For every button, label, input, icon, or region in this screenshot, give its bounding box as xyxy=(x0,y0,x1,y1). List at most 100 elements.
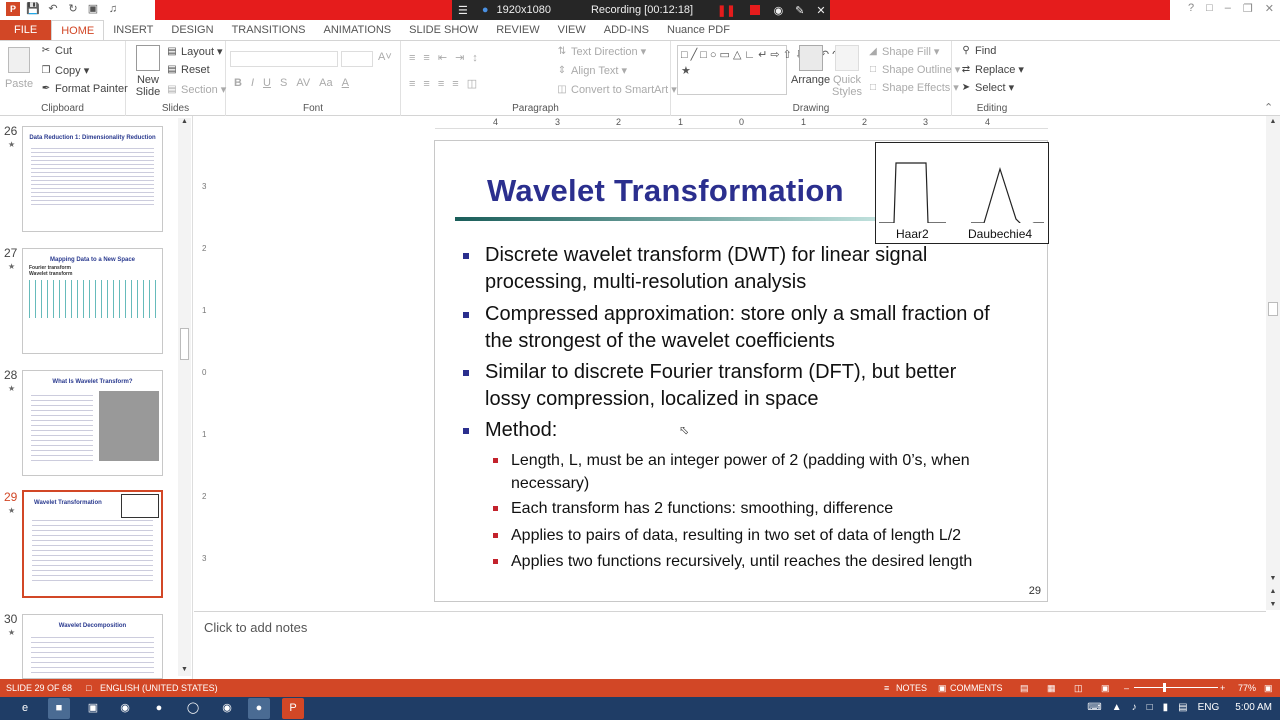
thumbnail-slide-26[interactable]: Data Reduction 1: Dimensionality Reducti… xyxy=(22,126,163,232)
zoom-level[interactable]: 77% xyxy=(1238,683,1256,693)
tab-review[interactable]: REVIEW xyxy=(487,20,548,40)
minimize-icon[interactable]: – xyxy=(1225,2,1231,15)
zoom-slider[interactable] xyxy=(1134,687,1218,688)
bold-icon[interactable]: B xyxy=(234,77,242,89)
tab-home[interactable]: HOME xyxy=(51,19,105,41)
app-icon[interactable]: ● xyxy=(248,698,270,719)
shape-effects-button[interactable]: □ Shape Effects ▾ xyxy=(867,81,959,95)
italic-icon[interactable]: I xyxy=(251,77,254,89)
scroll-up-icon[interactable]: ▲ xyxy=(1266,118,1280,125)
convert-smartart-button[interactable]: ◫ Convert to SmartArt ▾ xyxy=(556,83,676,97)
numbering-icon[interactable]: ≡ xyxy=(423,52,429,64)
fit-slide-icon[interactable]: ▣ xyxy=(1264,683,1273,694)
battery-icon[interactable]: ▮ xyxy=(1163,702,1169,713)
change-case-icon[interactable]: Aa xyxy=(319,77,332,89)
ie-icon[interactable]: e xyxy=(14,698,36,719)
start-slideshow-icon[interactable]: ▣ xyxy=(86,2,100,16)
network-icon[interactable]: ▤ xyxy=(1178,702,1187,713)
bullets-icon[interactable]: ≡ xyxy=(409,52,415,64)
font-color-icon[interactable]: A xyxy=(342,77,349,89)
thumbnail-slide-30[interactable]: Wavelet Decomposition xyxy=(22,614,163,679)
comments-icon[interactable]: ▣ xyxy=(938,683,947,694)
scroll-up-icon[interactable]: ▲ xyxy=(178,118,191,128)
shape-outline-button[interactable]: □ Shape Outline ▾ xyxy=(867,63,960,77)
powerpoint-taskbar-icon[interactable]: P xyxy=(282,698,304,719)
close-icon[interactable]: ✕ xyxy=(1265,2,1274,15)
slideshow-view-icon[interactable]: ▣ xyxy=(1101,683,1110,694)
justify-icon[interactable]: ≡ xyxy=(452,78,458,90)
new-slide-button[interactable]: New Slide xyxy=(132,45,164,98)
tab-design[interactable]: DESIGN xyxy=(162,20,222,40)
comments-toggle[interactable]: COMMENTS xyxy=(950,683,1003,693)
notes-icon[interactable]: ≡ xyxy=(884,683,889,693)
grow-font-icon[interactable]: A˅ xyxy=(378,51,392,63)
tab-animations[interactable]: ANIMATIONS xyxy=(315,20,401,40)
chrome-icon[interactable]: ◉ xyxy=(216,698,238,719)
slide-title[interactable]: Wavelet Transformation xyxy=(487,173,844,209)
tab-nuance-pdf[interactable]: Nuance PDF xyxy=(658,20,739,40)
language-status[interactable]: ENGLISH (UNITED STATES) xyxy=(100,683,218,693)
tab-add-ins[interactable]: ADD-INS xyxy=(595,20,658,40)
line-spacing-icon[interactable]: ↕ xyxy=(472,52,478,64)
select-button[interactable]: ➤ Select ▾ xyxy=(960,81,1014,95)
quick-styles-button[interactable]: Quick Styles xyxy=(829,45,865,98)
file-explorer-icon[interactable]: ■ xyxy=(48,698,70,719)
show-hidden-icon[interactable]: ▲ xyxy=(1112,702,1122,713)
font-size-box[interactable] xyxy=(341,51,373,67)
restore-icon[interactable]: ❐ xyxy=(1243,2,1253,15)
copy-button[interactable]: ❐ Copy ▾ xyxy=(40,64,90,78)
app-icon[interactable]: ▣ xyxy=(82,698,104,719)
menu-icon[interactable]: ☰ xyxy=(458,4,468,17)
underline-icon[interactable]: U xyxy=(263,77,271,89)
wavelet-figure[interactable]: Haar2 Daubechie4 xyxy=(875,142,1049,244)
undo-icon[interactable]: ↶ xyxy=(46,2,60,16)
scroll-thumb[interactable] xyxy=(180,328,189,360)
text-direction-button[interactable]: ⇅ Text Direction ▾ xyxy=(556,45,646,59)
app-icon[interactable]: ● xyxy=(148,698,170,719)
help-icon[interactable]: ? xyxy=(1188,2,1194,15)
collapse-ribbon-icon[interactable]: ⌃ xyxy=(1264,101,1273,114)
next-slide-icon[interactable]: ▼ xyxy=(1266,601,1280,608)
stop-icon[interactable] xyxy=(749,5,760,15)
previous-slide-icon[interactable]: ▲ xyxy=(1266,588,1280,595)
keyboard-icon[interactable]: ⌨ xyxy=(1087,702,1101,713)
decrease-indent-icon[interactable]: ⇤ xyxy=(438,51,447,64)
shapes-gallery[interactable]: □╱□○▭△∟↵⇨⇧⇩☆↶↷{}★ xyxy=(677,45,855,95)
ribbon-options-icon[interactable]: □ xyxy=(1206,2,1213,15)
scroll-thumb[interactable] xyxy=(1268,302,1278,316)
zoom-slider-thumb[interactable] xyxy=(1163,683,1166,692)
save-icon[interactable]: 💾 xyxy=(26,2,40,16)
increase-indent-icon[interactable]: ⇥ xyxy=(455,51,464,64)
clock[interactable]: 5:00 AM xyxy=(1235,702,1272,713)
notes-pane[interactable]: Click to add notes xyxy=(194,611,1266,679)
shape-fill-button[interactable]: ◢ Shape Fill ▾ xyxy=(867,45,939,59)
replace-button[interactable]: ⇄ Replace ▾ xyxy=(960,63,1024,77)
cut-button[interactable]: ✂ Cut xyxy=(40,45,72,57)
reading-view-icon[interactable]: ◫ xyxy=(1074,683,1083,694)
layout-button[interactable]: ▤ Layout ▾ xyxy=(166,45,222,59)
scroll-down-icon[interactable]: ▼ xyxy=(178,666,191,676)
paste-button[interactable]: Paste xyxy=(5,47,33,90)
spellcheck-icon[interactable]: □ xyxy=(86,683,91,693)
tab-view[interactable]: VIEW xyxy=(549,20,595,40)
tab-file[interactable]: FILE xyxy=(0,20,52,40)
thumbnails-scrollbar[interactable]: ▲ ▼ xyxy=(178,118,191,676)
thumbnail-slide-27[interactable]: Mapping Data to a New Space Fourier tran… xyxy=(22,248,163,354)
notes-toggle[interactable]: NOTES xyxy=(896,683,927,693)
app-icon[interactable]: ◉ xyxy=(114,698,136,719)
volume-icon[interactable]: ♪ xyxy=(1132,702,1137,713)
redo-icon[interactable]: ↻ xyxy=(66,2,80,16)
audio-icon[interactable]: ♫ xyxy=(106,2,120,16)
scroll-down-icon[interactable]: ▼ xyxy=(1266,575,1280,582)
microphone-icon[interactable]: ● xyxy=(482,4,489,16)
align-center-icon[interactable]: ≡ xyxy=(423,78,429,90)
slide-sorter-icon[interactable]: ▦ xyxy=(1047,683,1056,694)
align-left-icon[interactable]: ≡ xyxy=(409,78,415,90)
action-center-icon[interactable]: □ xyxy=(1147,702,1153,713)
notes-placeholder[interactable]: Click to add notes xyxy=(204,620,307,635)
find-button[interactable]: ⚲ Find xyxy=(960,45,996,57)
tab-transitions[interactable]: TRANSITIONS xyxy=(223,20,315,40)
slide-canvas[interactable]: Wavelet Transformation Haar2 Daubechie4 … xyxy=(434,140,1049,602)
slide-scrollbar[interactable]: ▲ ▼ ▲ ▼ xyxy=(1266,116,1280,610)
spacing-icon[interactable]: AV xyxy=(296,77,310,89)
